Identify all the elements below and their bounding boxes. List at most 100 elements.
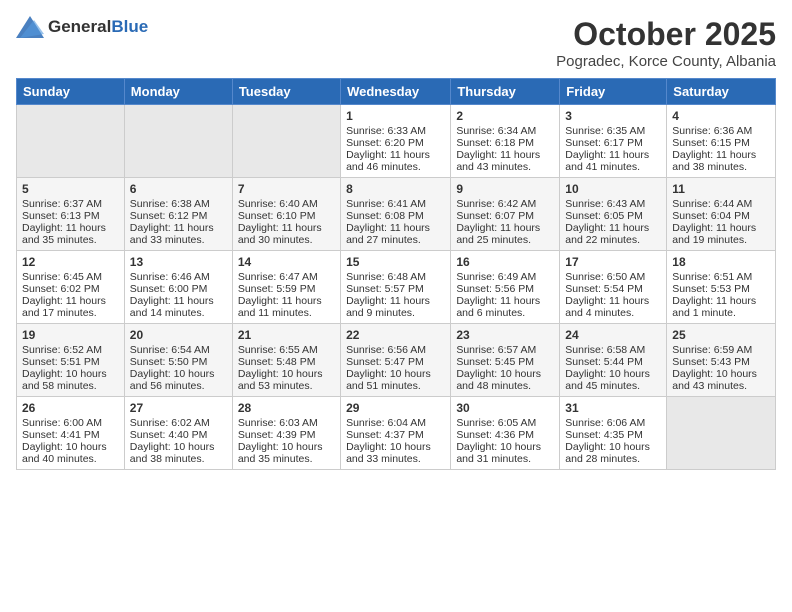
calendar-cell bbox=[232, 105, 340, 178]
weekday-header: Wednesday bbox=[341, 79, 451, 105]
day-info: Sunset: 6:00 PM bbox=[130, 283, 227, 295]
day-info: Sunrise: 6:38 AM bbox=[130, 198, 227, 210]
day-info: Sunrise: 6:56 AM bbox=[346, 344, 445, 356]
day-info: Sunrise: 6:45 AM bbox=[22, 271, 119, 283]
day-info: Sunrise: 6:33 AM bbox=[346, 125, 445, 137]
calendar-week-row: 1Sunrise: 6:33 AMSunset: 6:20 PMDaylight… bbox=[17, 105, 776, 178]
calendar-cell: 18Sunrise: 6:51 AMSunset: 5:53 PMDayligh… bbox=[667, 251, 776, 324]
day-info: Sunrise: 6:46 AM bbox=[130, 271, 227, 283]
day-info: Sunset: 4:39 PM bbox=[238, 429, 335, 441]
day-info: Daylight: 11 hours and 27 minutes. bbox=[346, 222, 445, 246]
day-info: Sunset: 6:02 PM bbox=[22, 283, 119, 295]
day-info: Daylight: 10 hours and 38 minutes. bbox=[130, 441, 227, 465]
day-info: Daylight: 11 hours and 19 minutes. bbox=[672, 222, 770, 246]
day-info: Sunset: 5:56 PM bbox=[456, 283, 554, 295]
day-info: Daylight: 10 hours and 28 minutes. bbox=[565, 441, 661, 465]
day-number: 12 bbox=[22, 255, 119, 269]
day-number: 27 bbox=[130, 401, 227, 415]
calendar-cell: 11Sunrise: 6:44 AMSunset: 6:04 PMDayligh… bbox=[667, 178, 776, 251]
day-number: 6 bbox=[130, 182, 227, 196]
page-header: GeneralBlue October 2025 Pogradec, Korce… bbox=[16, 16, 776, 70]
day-info: Daylight: 11 hours and 41 minutes. bbox=[565, 149, 661, 173]
day-info: Sunset: 5:54 PM bbox=[565, 283, 661, 295]
day-info: Sunset: 6:08 PM bbox=[346, 210, 445, 222]
logo-icon bbox=[16, 16, 44, 38]
day-number: 9 bbox=[456, 182, 554, 196]
day-info: Daylight: 10 hours and 51 minutes. bbox=[346, 368, 445, 392]
day-info: Daylight: 10 hours and 40 minutes. bbox=[22, 441, 119, 465]
day-info: Daylight: 10 hours and 31 minutes. bbox=[456, 441, 554, 465]
day-number: 15 bbox=[346, 255, 445, 269]
day-info: Daylight: 11 hours and 1 minute. bbox=[672, 295, 770, 319]
calendar-cell: 27Sunrise: 6:02 AMSunset: 4:40 PMDayligh… bbox=[124, 397, 232, 470]
day-info: Sunrise: 6:42 AM bbox=[456, 198, 554, 210]
day-info: Daylight: 11 hours and 14 minutes. bbox=[130, 295, 227, 319]
day-number: 17 bbox=[565, 255, 661, 269]
day-number: 3 bbox=[565, 109, 661, 123]
day-info: Sunrise: 6:55 AM bbox=[238, 344, 335, 356]
day-info: Sunset: 6:04 PM bbox=[672, 210, 770, 222]
day-number: 4 bbox=[672, 109, 770, 123]
day-info: Sunrise: 6:49 AM bbox=[456, 271, 554, 283]
calendar-cell: 29Sunrise: 6:04 AMSunset: 4:37 PMDayligh… bbox=[341, 397, 451, 470]
calendar-cell: 8Sunrise: 6:41 AMSunset: 6:08 PMDaylight… bbox=[341, 178, 451, 251]
weekday-header: Friday bbox=[560, 79, 667, 105]
day-number: 31 bbox=[565, 401, 661, 415]
day-info: Sunrise: 6:40 AM bbox=[238, 198, 335, 210]
day-info: Sunset: 5:47 PM bbox=[346, 356, 445, 368]
calendar-cell: 22Sunrise: 6:56 AMSunset: 5:47 PMDayligh… bbox=[341, 324, 451, 397]
calendar-cell: 4Sunrise: 6:36 AMSunset: 6:15 PMDaylight… bbox=[667, 105, 776, 178]
calendar-cell: 26Sunrise: 6:00 AMSunset: 4:41 PMDayligh… bbox=[17, 397, 125, 470]
calendar-cell: 21Sunrise: 6:55 AMSunset: 5:48 PMDayligh… bbox=[232, 324, 340, 397]
calendar-cell: 7Sunrise: 6:40 AMSunset: 6:10 PMDaylight… bbox=[232, 178, 340, 251]
day-number: 8 bbox=[346, 182, 445, 196]
day-info: Sunset: 5:50 PM bbox=[130, 356, 227, 368]
day-info: Sunrise: 6:02 AM bbox=[130, 417, 227, 429]
day-info: Sunset: 4:41 PM bbox=[22, 429, 119, 441]
calendar-cell: 10Sunrise: 6:43 AMSunset: 6:05 PMDayligh… bbox=[560, 178, 667, 251]
day-info: Sunset: 6:05 PM bbox=[565, 210, 661, 222]
calendar-table: SundayMondayTuesdayWednesdayThursdayFrid… bbox=[16, 78, 776, 470]
day-number: 23 bbox=[456, 328, 554, 342]
day-info: Sunrise: 6:34 AM bbox=[456, 125, 554, 137]
calendar-cell: 3Sunrise: 6:35 AMSunset: 6:17 PMDaylight… bbox=[560, 105, 667, 178]
day-number: 19 bbox=[22, 328, 119, 342]
calendar-cell: 16Sunrise: 6:49 AMSunset: 5:56 PMDayligh… bbox=[451, 251, 560, 324]
day-info: Sunset: 6:07 PM bbox=[456, 210, 554, 222]
calendar-cell: 30Sunrise: 6:05 AMSunset: 4:36 PMDayligh… bbox=[451, 397, 560, 470]
day-info: Sunrise: 6:03 AM bbox=[238, 417, 335, 429]
day-info: Daylight: 10 hours and 43 minutes. bbox=[672, 368, 770, 392]
day-info: Sunset: 5:44 PM bbox=[565, 356, 661, 368]
day-info: Sunrise: 6:57 AM bbox=[456, 344, 554, 356]
logo-text: GeneralBlue bbox=[48, 17, 148, 37]
day-number: 16 bbox=[456, 255, 554, 269]
calendar-cell: 15Sunrise: 6:48 AMSunset: 5:57 PMDayligh… bbox=[341, 251, 451, 324]
day-info: Sunset: 6:12 PM bbox=[130, 210, 227, 222]
day-info: Sunrise: 6:59 AM bbox=[672, 344, 770, 356]
calendar-cell bbox=[667, 397, 776, 470]
day-info: Sunset: 5:45 PM bbox=[456, 356, 554, 368]
calendar-cell: 1Sunrise: 6:33 AMSunset: 6:20 PMDaylight… bbox=[341, 105, 451, 178]
day-info: Sunset: 6:10 PM bbox=[238, 210, 335, 222]
weekday-header: Monday bbox=[124, 79, 232, 105]
calendar-cell: 19Sunrise: 6:52 AMSunset: 5:51 PMDayligh… bbox=[17, 324, 125, 397]
calendar-cell: 6Sunrise: 6:38 AMSunset: 6:12 PMDaylight… bbox=[124, 178, 232, 251]
day-info: Daylight: 11 hours and 35 minutes. bbox=[22, 222, 119, 246]
day-number: 28 bbox=[238, 401, 335, 415]
day-number: 20 bbox=[130, 328, 227, 342]
calendar-cell: 23Sunrise: 6:57 AMSunset: 5:45 PMDayligh… bbox=[451, 324, 560, 397]
day-info: Sunrise: 6:58 AM bbox=[565, 344, 661, 356]
day-info: Daylight: 10 hours and 58 minutes. bbox=[22, 368, 119, 392]
calendar-cell: 9 Sunrise: 6:42 AMSunset: 6:07 PMDaylight… bbox=[451, 178, 560, 251]
day-info: Sunset: 4:35 PM bbox=[565, 429, 661, 441]
day-info: Sunset: 6:18 PM bbox=[456, 137, 554, 149]
day-info: Sunset: 5:59 PM bbox=[238, 283, 335, 295]
day-info: Daylight: 11 hours and 38 minutes. bbox=[672, 149, 770, 173]
calendar-cell: 14Sunrise: 6:47 AMSunset: 5:59 PMDayligh… bbox=[232, 251, 340, 324]
day-number: 25 bbox=[672, 328, 770, 342]
day-info: Daylight: 11 hours and 30 minutes. bbox=[238, 222, 335, 246]
day-info: Sunrise: 6:51 AM bbox=[672, 271, 770, 283]
day-info: Daylight: 11 hours and 25 minutes. bbox=[456, 222, 554, 246]
day-info: Daylight: 10 hours and 35 minutes. bbox=[238, 441, 335, 465]
calendar-cell: 25Sunrise: 6:59 AMSunset: 5:43 PMDayligh… bbox=[667, 324, 776, 397]
